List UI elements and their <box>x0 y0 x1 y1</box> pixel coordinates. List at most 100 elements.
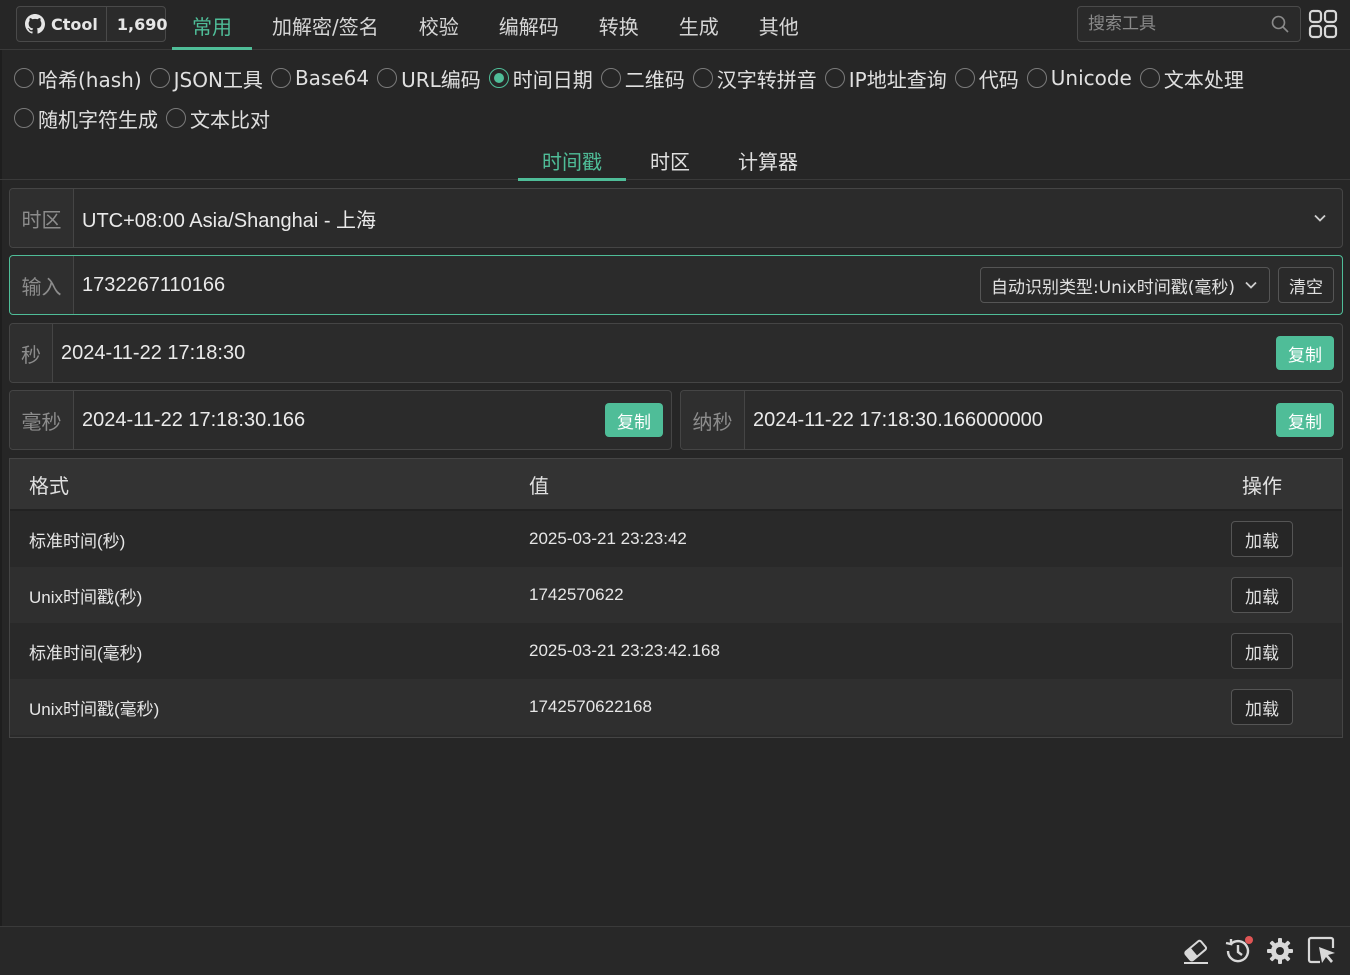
chevron-down-icon <box>1245 281 1257 289</box>
clear-button[interactable]: 清空 <box>1278 267 1334 303</box>
tool-hash[interactable]: 哈希(hash) <box>14 60 142 96</box>
row-value: 1742570622168 <box>529 697 652 716</box>
tool-text-process[interactable]: 文本处理 <box>1139 60 1244 96</box>
tool-base64[interactable]: Base64 <box>270 60 369 96</box>
radio-icon[interactable] <box>377 68 398 88</box>
copy-nanos-button[interactable]: 复制 <box>1276 403 1334 437</box>
tool-url-encode[interactable]: URL编码 <box>377 60 481 96</box>
search-input[interactable] <box>1088 14 1258 34</box>
header-value: 值 <box>529 473 549 498</box>
row-format: 标准时间(毫秒) <box>29 643 143 663</box>
app-grid-icon[interactable] <box>1308 9 1338 39</box>
type-select-label: 自动识别类型:Unix时间戳(毫秒) <box>991 277 1235 298</box>
table-row: Unix时间戳(毫秒) 1742570622168 加载 <box>10 679 1342 735</box>
load-button[interactable]: 加载 <box>1231 689 1293 725</box>
type-select[interactable]: 自动识别类型:Unix时间戳(毫秒) <box>980 267 1270 303</box>
github-badge[interactable]: Ctool 1,690 <box>16 6 167 42</box>
radio-icon[interactable] <box>600 68 621 88</box>
tab-convert[interactable]: 转换 <box>579 0 659 50</box>
row-value: 1742570622 <box>529 585 624 604</box>
load-button[interactable]: 加载 <box>1231 521 1293 557</box>
tab-encode-decode[interactable]: 编解码 <box>479 0 579 50</box>
search-icon[interactable] <box>1270 14 1290 34</box>
radio-icon[interactable] <box>149 68 170 88</box>
tab-other[interactable]: 其他 <box>739 0 819 50</box>
radio-icon[interactable] <box>1139 68 1160 88</box>
github-label: Ctool <box>51 14 98 34</box>
tab-crypto-sign[interactable]: 加解密/签名 <box>252 0 399 50</box>
nanos-value: 2024-11-22 17:18:30.166000000 <box>753 408 1043 431</box>
tool-label: 汉字转拼音 <box>716 67 817 92</box>
tool-json[interactable]: JSON工具 <box>149 60 263 96</box>
load-button[interactable]: 加载 <box>1231 633 1293 669</box>
tool-text-diff[interactable]: 文本比对 <box>166 100 270 136</box>
seconds-value: 2024-11-22 17:18:30 <box>61 341 246 364</box>
radio-icon[interactable] <box>14 68 34 88</box>
pointer-select-icon[interactable] <box>1306 935 1338 967</box>
row-format: Unix时间戳(毫秒) <box>29 699 160 719</box>
row-format: 标准时间(秒) <box>29 531 126 551</box>
row-format: Unix时间戳(秒) <box>29 587 143 607</box>
radio-selected-icon[interactable] <box>488 68 509 88</box>
github-icon <box>25 14 45 34</box>
radio-icon[interactable] <box>1026 68 1047 88</box>
millis-prefix: 毫秒 <box>10 391 74 449</box>
timezone-select[interactable]: 时区 UTC+08:00 Asia/Shanghai - 上海 <box>9 188 1343 248</box>
tool-label: 哈希(hash) <box>38 67 142 92</box>
row-value: 2025-03-21 23:23:42 <box>529 529 687 548</box>
nanos-prefix: 纳秒 <box>681 391 745 449</box>
header-action: 操作 <box>1242 473 1282 498</box>
tool-code[interactable]: 代码 <box>954 60 1019 96</box>
tool-qrcode[interactable]: 二维码 <box>600 60 685 96</box>
timezone-value: UTC+08:00 Asia/Shanghai - 上海 <box>82 209 377 232</box>
tool-radio-group: 哈希(hash) JSON工具 Base64 URL编码 时间日期 二维码 汉字… <box>14 60 1334 136</box>
github-link[interactable]: Ctool <box>17 7 107 41</box>
tool-ip-lookup[interactable]: IP地址查询 <box>824 60 947 96</box>
chevron-down-icon[interactable] <box>1312 210 1328 226</box>
notification-dot <box>1245 936 1253 944</box>
nanos-row: 纳秒 2024-11-22 17:18:30.166000000 复制 <box>680 390 1343 450</box>
radio-icon[interactable] <box>692 68 713 88</box>
load-button[interactable]: 加载 <box>1231 577 1293 613</box>
tool-label: 二维码 <box>624 67 685 92</box>
tool-label: Unicode <box>1050 66 1132 90</box>
tool-label: 时间日期 <box>512 67 593 92</box>
radio-icon[interactable] <box>270 68 291 88</box>
tab-generate[interactable]: 生成 <box>659 0 739 50</box>
subtab-calculator[interactable]: 计算器 <box>714 140 822 180</box>
copy-millis-button[interactable]: 复制 <box>605 403 663 437</box>
category-tabs: 常用 加解密/签名 校验 编解码 转换 生成 其他 <box>172 0 819 50</box>
top-bar: Ctool 1,690 常用 加解密/签名 校验 编解码 转换 生成 其他 <box>0 0 1350 50</box>
header-format: 格式 <box>29 473 69 498</box>
tab-checksum[interactable]: 校验 <box>399 0 479 50</box>
tab-common[interactable]: 常用 <box>172 0 252 50</box>
tool-label: 代码 <box>978 67 1019 92</box>
radio-icon[interactable] <box>166 108 186 128</box>
radio-icon[interactable] <box>954 68 975 88</box>
history-icon[interactable] <box>1222 935 1254 967</box>
seconds-row: 秒 2024-11-22 17:18:30 复制 <box>9 323 1343 383</box>
tool-datetime[interactable]: 时间日期 <box>488 60 593 96</box>
radio-icon[interactable] <box>824 68 845 88</box>
tool-pinyin[interactable]: 汉字转拼音 <box>692 60 817 96</box>
bottom-toolbar <box>0 926 1350 975</box>
subtab-timestamp[interactable]: 时间戳 <box>518 140 626 181</box>
subtab-timezone[interactable]: 时区 <box>626 140 714 180</box>
search-box <box>1077 6 1301 42</box>
row-value: 2025-03-21 23:23:42.168 <box>529 641 720 660</box>
tool-random-string[interactable]: 随机字符生成 <box>14 100 158 136</box>
tool-unicode[interactable]: Unicode <box>1026 60 1132 96</box>
tool-label: 文本比对 <box>190 107 270 132</box>
copy-seconds-button[interactable]: 复制 <box>1276 336 1334 370</box>
seconds-prefix: 秒 <box>10 324 53 382</box>
eraser-icon[interactable] <box>1180 935 1212 967</box>
radio-icon[interactable] <box>14 108 34 128</box>
format-table: 格式 值 操作 标准时间(秒) 2025-03-21 23:23:42 加载 U… <box>9 458 1343 738</box>
settings-icon[interactable] <box>1264 935 1296 967</box>
timestamp-input[interactable]: 1732267110166 <box>74 274 980 297</box>
timezone-prefix: 时区 <box>10 189 74 247</box>
tool-label: 随机字符生成 <box>38 107 158 132</box>
tool-label: URL编码 <box>401 67 481 92</box>
sub-tabs: 时间戳 时区 计算器 <box>0 140 1350 181</box>
input-prefix: 输入 <box>10 256 74 314</box>
